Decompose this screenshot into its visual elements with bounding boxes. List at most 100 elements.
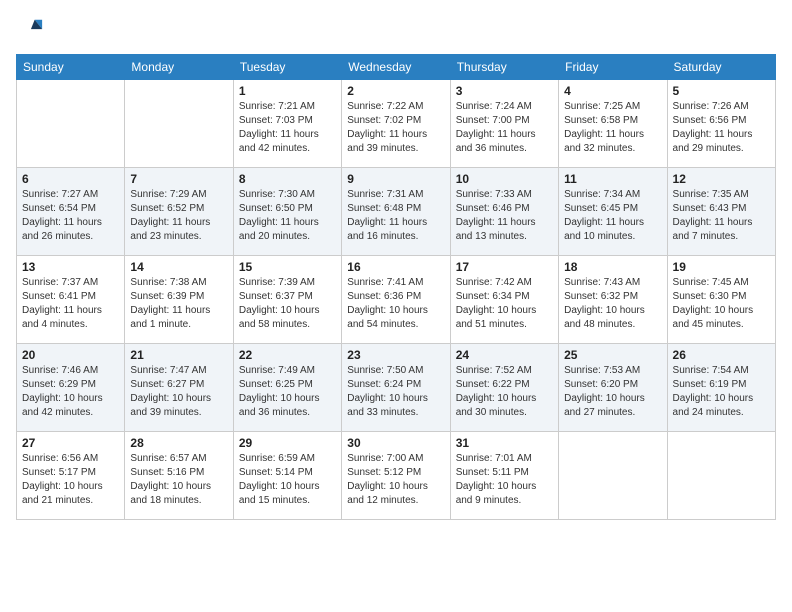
day-info: Sunrise: 7:35 AM Sunset: 6:43 PM Dayligh… [673, 188, 770, 244]
day-info: Sunrise: 7:50 AM Sunset: 6:24 PM Dayligh… [347, 364, 444, 420]
col-header-tuesday: Tuesday [233, 55, 341, 80]
calendar-cell: 31Sunrise: 7:01 AM Sunset: 5:11 PM Dayli… [450, 432, 558, 520]
calendar-cell: 16Sunrise: 7:41 AM Sunset: 6:36 PM Dayli… [342, 256, 450, 344]
calendar-cell: 9Sunrise: 7:31 AM Sunset: 6:48 PM Daylig… [342, 168, 450, 256]
calendar-cell [125, 80, 233, 168]
day-number: 12 [673, 172, 770, 186]
calendar-cell: 11 Sunrise: 7:34 AM Sunset: 6:45 PM Dayli… [559, 168, 667, 256]
page-header [16, 16, 776, 44]
day-info: Sunrise: 7:00 AM Sunset: 5:12 PM Dayligh… [347, 452, 444, 508]
day-number: 13 [22, 260, 119, 274]
calendar-cell: 30 Sunrise: 7:00 AM Sunset: 5:12 PM Dayli… [342, 432, 450, 520]
calendar-cell: 24 Sunrise: 7:52 AM Sunset: 6:22 PM Dayli… [450, 344, 558, 432]
day-number: 20 [22, 348, 119, 362]
day-info: Sunrise: 7:38 AM Sunset: 6:39 PM Dayligh… [130, 276, 227, 332]
calendar-cell: 17Sunrise: 7:42 AM Sunset: 6:34 PM Dayli… [450, 256, 558, 344]
day-info: Sunrise: 7:47 AM Sunset: 6:27 PM Dayligh… [130, 364, 227, 420]
day-info: Sunrise: 6:57 AM Sunset: 5:16 PM Dayligh… [130, 452, 227, 508]
day-info: Sunrise: 6:56 AM Sunset: 5:17 PM Dayligh… [22, 452, 119, 508]
day-number: 2 [347, 84, 444, 98]
calendar-cell: 3Sunrise: 7:24 AM Sunset: 7:00 PM Daylig… [450, 80, 558, 168]
day-number: 4 [564, 84, 661, 98]
calendar-cell: 20 Sunrise: 7:46 AM Sunset: 6:29 PM Dayli… [17, 344, 125, 432]
calendar-cell: 19 Sunrise: 7:45 AM Sunset: 6:30 PM Dayli… [667, 256, 775, 344]
calendar-cell: 15 Sunrise: 7:39 AM Sunset: 6:37 PM Dayli… [233, 256, 341, 344]
day-number: 3 [456, 84, 553, 98]
logo-icon [16, 16, 44, 44]
day-number: 21 [130, 348, 227, 362]
day-info: Sunrise: 7:26 AM Sunset: 6:56 PM Dayligh… [673, 100, 770, 156]
day-number: 25 [564, 348, 661, 362]
day-info: Sunrise: 7:42 AM Sunset: 6:34 PM Dayligh… [456, 276, 553, 332]
calendar-cell: 18 Sunrise: 7:43 AM Sunset: 6:32 PM Dayli… [559, 256, 667, 344]
day-info: Sunrise: 7:45 AM Sunset: 6:30 PM Dayligh… [673, 276, 770, 332]
calendar-cell: 1Sunrise: 7:21 AM Sunset: 7:03 PM Daylig… [233, 80, 341, 168]
calendar-cell: 14 Sunrise: 7:38 AM Sunset: 6:39 PM Dayli… [125, 256, 233, 344]
day-number: 1 [239, 84, 336, 98]
day-number: 16 [347, 260, 444, 274]
day-info: Sunrise: 7:46 AM Sunset: 6:29 PM Dayligh… [22, 364, 119, 420]
calendar-cell [17, 80, 125, 168]
calendar-cell: 29 Sunrise: 6:59 AM Sunset: 5:14 PM Dayli… [233, 432, 341, 520]
day-info: Sunrise: 7:52 AM Sunset: 6:22 PM Dayligh… [456, 364, 553, 420]
day-number: 29 [239, 436, 336, 450]
col-header-friday: Friday [559, 55, 667, 80]
day-info: Sunrise: 7:43 AM Sunset: 6:32 PM Dayligh… [564, 276, 661, 332]
calendar-cell: 4 Sunrise: 7:25 AM Sunset: 6:58 PM Daylig… [559, 80, 667, 168]
day-number: 11 [564, 172, 661, 186]
calendar-cell: 22Sunrise: 7:49 AM Sunset: 6:25 PM Dayli… [233, 344, 341, 432]
calendar-week-2: 6 Sunrise: 7:27 AM Sunset: 6:54 PM Daylig… [17, 168, 776, 256]
day-number: 30 [347, 436, 444, 450]
day-info: Sunrise: 7:49 AM Sunset: 6:25 PM Dayligh… [239, 364, 336, 420]
day-info: Sunrise: 7:39 AM Sunset: 6:37 PM Dayligh… [239, 276, 336, 332]
calendar-cell: 2 Sunrise: 7:22 AM Sunset: 7:02 PM Daylig… [342, 80, 450, 168]
calendar-week-4: 20 Sunrise: 7:46 AM Sunset: 6:29 PM Dayli… [17, 344, 776, 432]
day-info: Sunrise: 7:54 AM Sunset: 6:19 PM Dayligh… [673, 364, 770, 420]
calendar-cell: 26 Sunrise: 7:54 AM Sunset: 6:19 PM Dayli… [667, 344, 775, 432]
calendar-header-row: SundayMondayTuesdayWednesdayThursdayFrid… [17, 55, 776, 80]
calendar-cell: 10 Sunrise: 7:33 AM Sunset: 6:46 PM Dayli… [450, 168, 558, 256]
day-info: Sunrise: 7:27 AM Sunset: 6:54 PM Dayligh… [22, 188, 119, 244]
day-number: 6 [22, 172, 119, 186]
calendar-cell: 8 Sunrise: 7:30 AM Sunset: 6:50 PM Daylig… [233, 168, 341, 256]
day-number: 26 [673, 348, 770, 362]
calendar-week-1: 1Sunrise: 7:21 AM Sunset: 7:03 PM Daylig… [17, 80, 776, 168]
calendar-cell: 25 Sunrise: 7:53 AM Sunset: 6:20 PM Dayli… [559, 344, 667, 432]
calendar-week-3: 13 Sunrise: 7:37 AM Sunset: 6:41 PM Dayli… [17, 256, 776, 344]
day-info: Sunrise: 7:37 AM Sunset: 6:41 PM Dayligh… [22, 276, 119, 332]
day-number: 9 [347, 172, 444, 186]
calendar-cell: 7Sunrise: 7:29 AM Sunset: 6:52 PM Daylig… [125, 168, 233, 256]
calendar-cell [667, 432, 775, 520]
day-number: 23 [347, 348, 444, 362]
day-number: 19 [673, 260, 770, 274]
calendar-cell: 13 Sunrise: 7:37 AM Sunset: 6:41 PM Dayli… [17, 256, 125, 344]
day-info: Sunrise: 7:22 AM Sunset: 7:02 PM Dayligh… [347, 100, 444, 156]
calendar-week-5: 27 Sunrise: 6:56 AM Sunset: 5:17 PM Dayli… [17, 432, 776, 520]
day-number: 18 [564, 260, 661, 274]
day-number: 8 [239, 172, 336, 186]
day-number: 5 [673, 84, 770, 98]
calendar-cell: 23 Sunrise: 7:50 AM Sunset: 6:24 PM Dayli… [342, 344, 450, 432]
calendar-cell: 5 Sunrise: 7:26 AM Sunset: 6:56 PM Daylig… [667, 80, 775, 168]
day-info: Sunrise: 7:25 AM Sunset: 6:58 PM Dayligh… [564, 100, 661, 156]
day-number: 27 [22, 436, 119, 450]
day-number: 14 [130, 260, 227, 274]
day-info: Sunrise: 6:59 AM Sunset: 5:14 PM Dayligh… [239, 452, 336, 508]
day-info: Sunrise: 7:30 AM Sunset: 6:50 PM Dayligh… [239, 188, 336, 244]
day-info: Sunrise: 7:01 AM Sunset: 5:11 PM Dayligh… [456, 452, 553, 508]
day-info: Sunrise: 7:34 AM Sunset: 6:45 PM Dayligh… [564, 188, 661, 244]
calendar-cell: 6 Sunrise: 7:27 AM Sunset: 6:54 PM Daylig… [17, 168, 125, 256]
logo [16, 16, 48, 44]
day-number: 24 [456, 348, 553, 362]
day-info: Sunrise: 7:53 AM Sunset: 6:20 PM Dayligh… [564, 364, 661, 420]
day-number: 10 [456, 172, 553, 186]
day-info: Sunrise: 7:33 AM Sunset: 6:46 PM Dayligh… [456, 188, 553, 244]
calendar-cell: 12 Sunrise: 7:35 AM Sunset: 6:43 PM Dayli… [667, 168, 775, 256]
calendar-cell: 28 Sunrise: 6:57 AM Sunset: 5:16 PM Dayli… [125, 432, 233, 520]
calendar-cell [559, 432, 667, 520]
day-number: 15 [239, 260, 336, 274]
day-info: Sunrise: 7:29 AM Sunset: 6:52 PM Dayligh… [130, 188, 227, 244]
col-header-monday: Monday [125, 55, 233, 80]
day-number: 28 [130, 436, 227, 450]
col-header-thursday: Thursday [450, 55, 558, 80]
